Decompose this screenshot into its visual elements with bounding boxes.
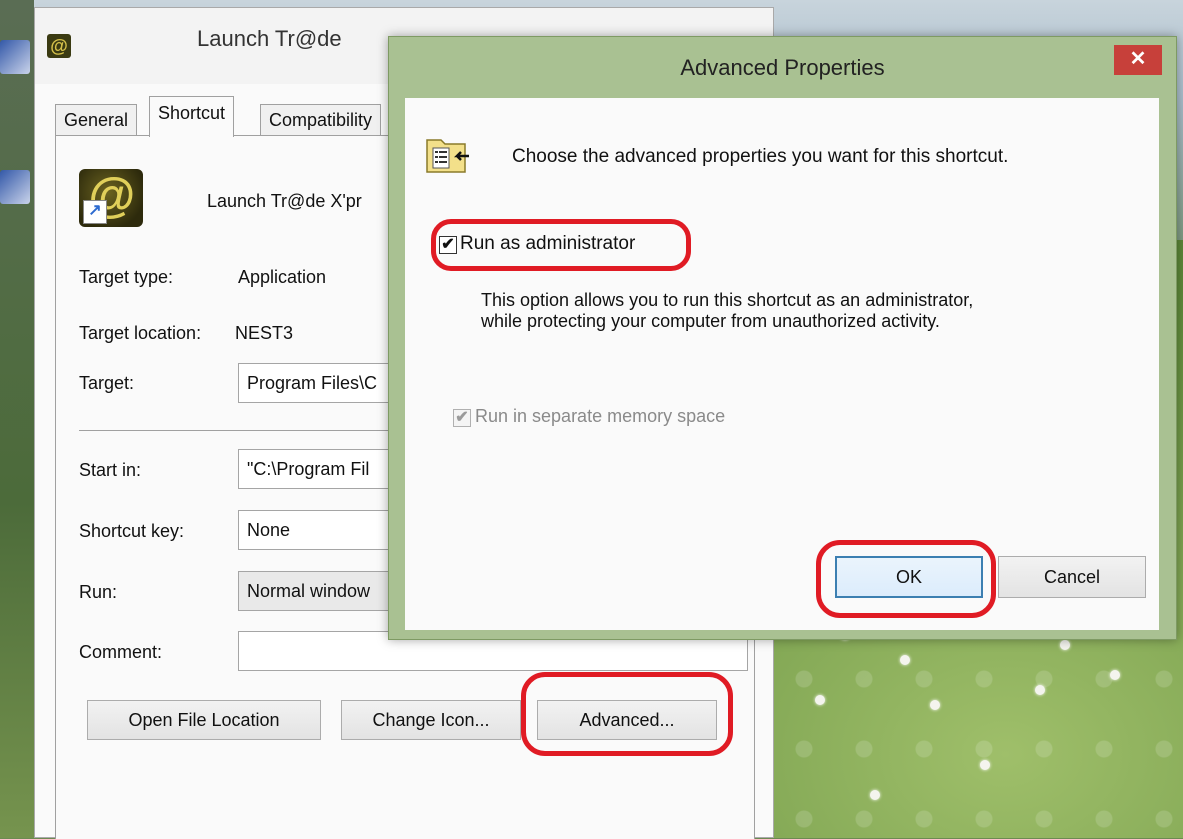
flower (980, 760, 990, 770)
shortcut-properties-icon (426, 139, 469, 173)
flower (1060, 640, 1070, 650)
flower (1035, 685, 1045, 695)
comment-label: Comment: (79, 642, 163, 662)
open-file-location-button[interactable]: Open File Location (87, 700, 321, 740)
flower (870, 790, 880, 800)
advanced-properties-dialog: Advanced Properties ✕ Choose the advance… (388, 36, 1177, 640)
tab-shortcut[interactable]: Shortcut (149, 96, 235, 137)
flower (930, 700, 940, 710)
change-icon-button[interactable]: Change Icon... (341, 700, 521, 740)
desktop-shortcut-icon[interactable] (0, 170, 30, 204)
app-icon: @ (47, 34, 71, 58)
dialog-client-area: Choose the advanced properties you want … (405, 98, 1159, 630)
close-icon: ✕ (1129, 48, 1147, 70)
option-description: This option allows you to run this short… (481, 290, 974, 331)
highlight-advanced-button (521, 672, 733, 756)
shortcut-overlay-arrow-icon: ↗ (83, 200, 107, 224)
flower (1110, 670, 1120, 680)
tab-compatibility[interactable]: Compatibility (260, 104, 382, 135)
run-label: Run: (79, 582, 118, 602)
close-button[interactable]: ✕ (1114, 45, 1162, 75)
target-location-value: NEST3 (235, 323, 294, 343)
desktop-edge (0, 0, 34, 838)
target-type-value: Application (238, 267, 327, 287)
desktop-shortcut-icon[interactable] (0, 40, 30, 74)
dialog-heading: Choose the advanced properties you want … (512, 146, 1009, 167)
cancel-button[interactable]: Cancel (998, 556, 1146, 598)
checkmark-icon: ✔ (455, 409, 469, 426)
target-label: Target: (79, 373, 135, 393)
shortcut-name: Launch Tr@de X'pr (207, 191, 362, 211)
highlight-run-as-administrator (431, 219, 691, 271)
highlight-ok-button (816, 540, 996, 618)
start-in-label: Start in: (79, 460, 142, 480)
target-type-label: Target type: (79, 267, 174, 287)
tab-general[interactable]: General (55, 104, 138, 135)
properties-title: Launch Tr@de (197, 26, 342, 51)
shortcut-key-label: Shortcut key: (79, 521, 185, 541)
dialog-title: Advanced Properties (680, 55, 885, 80)
target-location-label: Target location: (79, 323, 202, 343)
separate-memory-label: Run in separate memory space (475, 406, 726, 426)
flower (815, 695, 825, 705)
flower (900, 655, 910, 665)
separate-memory-checkbox: ✔ (453, 409, 471, 427)
